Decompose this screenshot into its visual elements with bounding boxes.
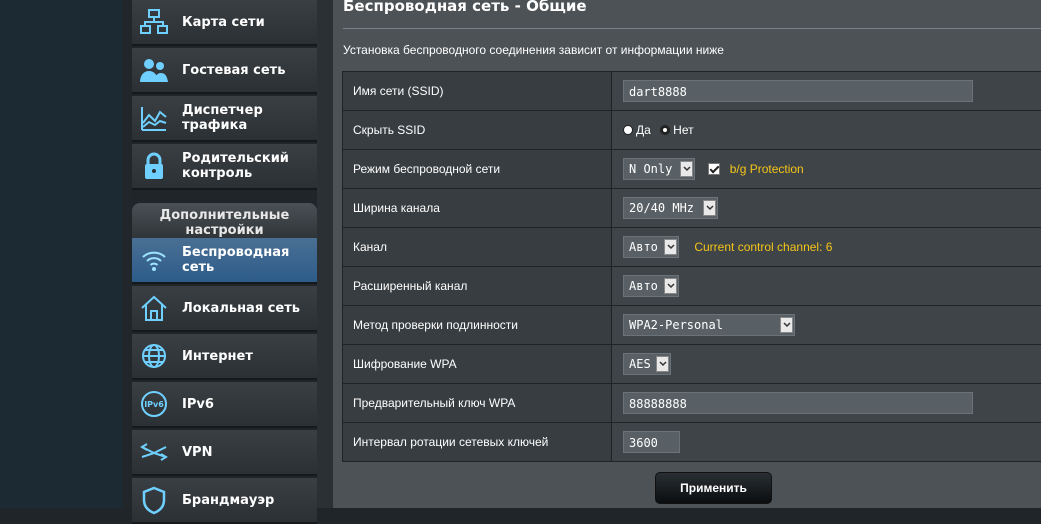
sidebar-item-lan[interactable]: Локальная сеть — [132, 286, 317, 332]
wpa-key-input[interactable]: 88888888 — [623, 392, 973, 414]
table-row: Шифрование WPA AES — [343, 345, 1041, 384]
wireless-icon — [138, 244, 170, 276]
bandwidth-label: Ширина канала — [343, 189, 612, 228]
sidebar: Карта сети Гостевая сеть Диспетчер трафи… — [132, 0, 317, 508]
table-row: Имя сети (SSID) dart8888 — [343, 72, 1041, 111]
svg-text:IPv6: IPv6 — [144, 400, 164, 409]
sidebar-item-internet[interactable]: Интернет — [132, 334, 317, 380]
chevron-down-icon — [703, 200, 716, 216]
sidebar-item-network-map[interactable]: Карта сети — [132, 0, 317, 46]
table-row: Расширенный канал Авто — [343, 267, 1041, 306]
wireless-mode-label: Режим беспроводной сети — [343, 150, 612, 189]
hide-ssid-label: Скрыть SSID — [343, 111, 612, 150]
sidebar-item-label: VPN — [182, 445, 212, 460]
bg-protection-checkbox[interactable] — [708, 163, 720, 175]
sidebar-item-traffic-manager[interactable]: Диспетчер трафика — [132, 96, 317, 142]
main-panel: Беспроводная сеть - Общие Установка бесп… — [333, 0, 1041, 508]
key-rotation-label: Интервал ротации сетевых ключей — [343, 423, 612, 462]
globe-icon — [138, 340, 170, 372]
advanced-settings-header: Дополнительные настройки — [132, 203, 317, 239]
wpa-encryption-select[interactable]: AES — [623, 353, 671, 375]
chevron-down-icon — [656, 356, 669, 372]
bg-protection-label: b/g Protection — [730, 162, 804, 176]
home-icon — [138, 292, 170, 324]
sidebar-item-label: Интернет — [182, 349, 253, 364]
hide-ssid-yes-radio[interactable] — [623, 125, 633, 135]
main-gap — [317, 0, 333, 508]
sidebar-item-label: Беспроводная сеть — [182, 245, 292, 275]
table-row: Ширина канала 20/40 MHz — [343, 189, 1041, 228]
guest-network-icon — [138, 54, 170, 86]
sidebar-item-label: Диспетчер трафика — [182, 103, 292, 133]
page-title: Беспроводная сеть - Общие — [343, 0, 587, 15]
bandwidth-select[interactable]: 20/40 MHz — [623, 197, 718, 219]
wireless-settings-table: Имя сети (SSID) dart8888 Скрыть SSID Да … — [342, 71, 1041, 462]
channel-value: Авто — [629, 240, 658, 254]
current-channel-note: Current control channel: 6 — [694, 240, 832, 254]
table-row: Режим беспроводной сети N Only b/g Prote… — [343, 150, 1041, 189]
sidebar-item-label: Карта сети — [182, 15, 265, 30]
wpa-key-label: Предварительный ключ WPA — [343, 384, 612, 423]
table-row: Метод проверки подлинности WPA2-Personal — [343, 306, 1041, 345]
wireless-mode-select[interactable]: N Only — [623, 158, 695, 180]
wpa-encryption-label: Шифрование WPA — [343, 345, 612, 384]
ssid-input[interactable]: dart8888 — [623, 80, 973, 102]
ext-channel-select[interactable]: Авто — [623, 275, 679, 297]
parental-control-icon — [138, 150, 170, 182]
table-row: Скрыть SSID Да Нет — [343, 111, 1041, 150]
left-gap — [122, 0, 132, 508]
table-row: Предварительный ключ WPA 88888888 — [343, 384, 1041, 423]
left-background — [0, 0, 122, 508]
sidebar-item-label: Локальная сеть — [182, 301, 300, 316]
ssid-label: Имя сети (SSID) — [343, 72, 612, 111]
chevron-down-icon — [664, 278, 677, 294]
key-rotation-input[interactable]: 3600 — [623, 431, 680, 453]
auth-method-value: WPA2-Personal — [629, 318, 723, 332]
sidebar-item-ipv6[interactable]: IPv6 IPv6 — [132, 382, 317, 428]
hide-ssid-no-radio[interactable] — [660, 125, 670, 135]
channel-label: Канал — [343, 228, 612, 267]
sidebar-item-label: Брандмауэр — [182, 493, 274, 508]
chevron-down-icon — [664, 239, 677, 255]
sidebar-item-parental-control[interactable]: Родительский контроль — [132, 144, 317, 190]
ipv6-icon: IPv6 — [138, 388, 170, 420]
sidebar-item-label: Гостевая сеть — [182, 63, 285, 78]
sidebar-item-firewall[interactable]: Брандмауэр — [132, 478, 317, 524]
wireless-mode-value: N Only — [629, 162, 672, 176]
channel-select[interactable]: Авто — [623, 236, 679, 258]
sidebar-item-label: Родительский контроль — [182, 151, 292, 181]
auth-method-label: Метод проверки подлинности — [343, 306, 612, 345]
table-row: Интервал ротации сетевых ключей 3600 — [343, 423, 1041, 462]
bandwidth-value: 20/40 MHz — [629, 201, 694, 215]
apply-button[interactable]: Применить — [655, 472, 772, 504]
sidebar-item-vpn[interactable]: VPN — [132, 430, 317, 476]
sidebar-item-wireless[interactable]: Беспроводная сеть — [132, 238, 317, 284]
sidebar-item-guest-network[interactable]: Гостевая сеть — [132, 48, 317, 94]
table-row: Канал Авто Current control channel: 6 — [343, 228, 1041, 267]
vpn-icon — [138, 436, 170, 468]
hide-ssid-yes-label: Да — [636, 123, 651, 137]
title-divider — [343, 28, 1041, 29]
ext-channel-value: Авто — [629, 279, 658, 293]
chevron-down-icon — [780, 317, 793, 333]
network-map-icon — [138, 6, 170, 38]
firewall-shield-icon — [138, 484, 170, 516]
chevron-down-icon — [680, 161, 693, 177]
wpa-encryption-value: AES — [629, 357, 651, 371]
traffic-manager-icon — [138, 102, 170, 134]
page-description: Установка беспроводного соединения завис… — [343, 43, 724, 57]
auth-method-select[interactable]: WPA2-Personal — [623, 314, 795, 336]
ext-channel-label: Расширенный канал — [343, 267, 612, 306]
hide-ssid-no-label: Нет — [673, 123, 693, 137]
sidebar-item-label: IPv6 — [182, 397, 214, 412]
